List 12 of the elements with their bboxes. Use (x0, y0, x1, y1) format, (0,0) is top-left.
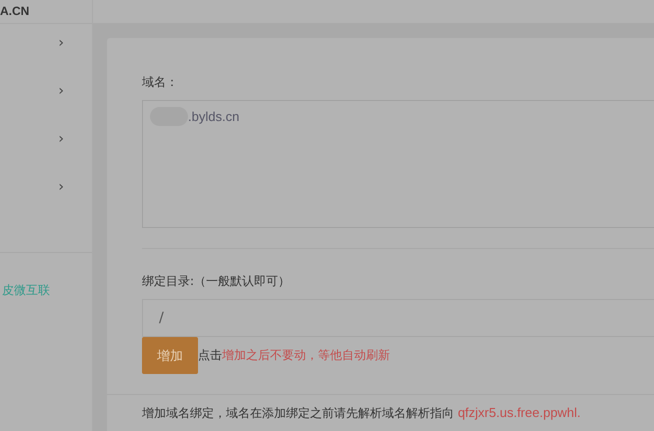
chevron-icon[interactable]: › (58, 84, 64, 132)
domain-textarea[interactable]: .bylds.cn (142, 100, 654, 228)
brand-text: A.CN (0, 5, 30, 17)
field-label: 域名： (142, 74, 179, 91)
chevron-icon[interactable]: › (58, 36, 64, 84)
hint-text: 点击增加之后不要动，等他自动刷新 (198, 347, 390, 364)
chevron-icon[interactable]: › (58, 180, 64, 228)
directory-input[interactable]: / (142, 299, 654, 337)
field-label: 绑定目录:（一般默认即可） (142, 273, 292, 290)
add-button[interactable]: 增加 (142, 337, 198, 374)
note-text: 增加域名绑定，域名在添加绑定之前请先解析域名解析指向 qfzjxr5.us.free.ppwhl. (142, 405, 582, 422)
chevron-icon[interactable]: › (58, 132, 64, 180)
